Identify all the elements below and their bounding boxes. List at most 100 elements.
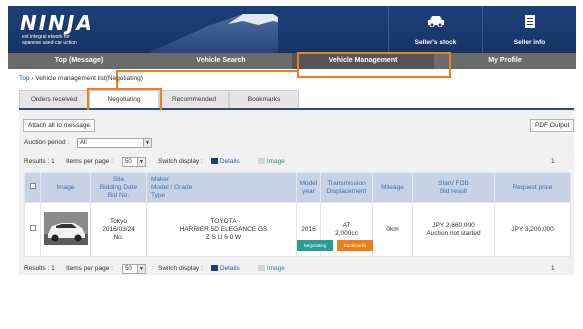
logo[interactable]: NINJA ext integral etwork for apanese us…: [8, 6, 278, 53]
row-site-cell: Tokyo 2016/03/24 No.: [90, 202, 147, 257]
results-count: Results : 1: [24, 158, 55, 165]
negotiating-button[interactable]: Negotiating: [297, 240, 333, 251]
row-select-cell[interactable]: [24, 202, 41, 257]
header-maker-line2: Model / Grade: [151, 183, 193, 191]
chevron-down-icon: ▼: [137, 158, 145, 166]
row-maker[interactable]: TOYOTA: [151, 218, 296, 226]
bookmarks-button[interactable]: Bookmarks: [337, 240, 373, 251]
highlight-box-nav: [297, 52, 451, 78]
row-model-grade[interactable]: HARRIER 5D ELEGANCE GS: [151, 226, 296, 234]
sellers-stock-label: Seller's stock: [414, 39, 457, 46]
header-start-fob: Start/ FOB Bid result: [412, 172, 495, 203]
row-image-cell[interactable]: [40, 202, 91, 257]
header-site: Site Bidding Date Bid No.: [90, 172, 147, 203]
logo-subtitle-line2: apanese used-car uction: [22, 40, 77, 46]
header-request-price: Request price: [494, 172, 571, 203]
image-view-toggle[interactable]: Image: [258, 158, 285, 165]
items-per-page-label: Items per page :: [66, 158, 113, 165]
tab-recommended[interactable]: Recommended: [159, 90, 229, 108]
row-bid-result: Auction not started: [426, 229, 481, 237]
items-per-page-select[interactable]: 50 ▼: [122, 157, 146, 167]
header-transmission-line2: Displacement: [326, 187, 367, 195]
switch-display-label: Switch display :: [158, 158, 203, 165]
highlight-connector-horizontal: [116, 70, 299, 72]
list-view-icon: [211, 158, 218, 165]
results-count-bottom: Results : 1: [24, 265, 55, 272]
header-model-year: Model year: [296, 172, 321, 203]
breadcrumb-current: Vehicle management list(Negotiating): [35, 75, 143, 82]
sellers-stock-button[interactable]: Seller's stock: [388, 6, 482, 53]
details-label: Details: [219, 158, 240, 165]
items-per-page-label-bottom: Items per page :: [66, 265, 113, 272]
auction-period-value: All: [80, 140, 87, 146]
list-view-icon: [211, 265, 218, 272]
details-view-toggle-bottom[interactable]: Details: [211, 265, 240, 272]
row-transmission: AT: [342, 221, 351, 229]
row-bidding-date: 2016/03/24: [102, 225, 135, 233]
header-select-all[interactable]: [24, 172, 41, 203]
pdf-output-button[interactable]: PDF Output: [530, 119, 575, 132]
row-bid-no: No.: [113, 233, 124, 241]
row-displacement: 2,000cc: [335, 229, 358, 237]
car-icon: [427, 16, 444, 27]
header-maker: Maker Model / Grade Type: [146, 172, 297, 203]
select-all-checkbox[interactable]: [29, 183, 36, 189]
mount-fuji-image: [148, 14, 278, 53]
header-model-year-line1: Model: [299, 179, 318, 187]
row-site: Tokyo: [110, 217, 127, 225]
header-maker-line3: Type: [151, 191, 166, 199]
nav-vehicle-search[interactable]: Vehicle Search: [150, 53, 292, 69]
breadcrumb-top-link[interactable]: Top: [19, 75, 29, 82]
details-label-bottom: Details: [219, 265, 240, 272]
chevron-down-icon: ▼: [143, 139, 151, 147]
header-site-line1: Site: [112, 175, 125, 183]
auction-period-label: Auction period :: [24, 139, 70, 146]
nav-my-profile[interactable]: My Profile: [434, 53, 576, 69]
site-header: NINJA ext integral etwork for apanese us…: [8, 6, 576, 53]
image-label: Image: [266, 158, 285, 165]
breadcrumb: Top › Vehicle management list(Negotiatin…: [19, 75, 143, 82]
document-icon: [524, 15, 535, 28]
logo-title: NINJA: [20, 11, 94, 35]
row-mileage: 0km: [372, 202, 413, 257]
header-mileage: Mileage: [372, 172, 413, 203]
car-thumbnail-image[interactable]: [43, 211, 88, 245]
header-start-line2: Bid result: [439, 187, 468, 195]
header-site-line2: Bidding Date: [99, 183, 138, 191]
header-image: Image: [40, 172, 91, 203]
header-transmission: Transmission Displacement: [320, 172, 373, 203]
row-start-price: JPY 2,660,000: [432, 221, 475, 229]
header-transmission-line1: Transmission: [327, 179, 366, 187]
header-start-line1: Start/ FOB: [438, 179, 469, 187]
row-request-price: JPY 3,200,000: [494, 202, 571, 257]
seller-info-label: Seller info: [513, 39, 546, 46]
image-label-bottom: Image: [266, 265, 285, 272]
seller-info-button[interactable]: Seller info: [482, 6, 576, 53]
main-nav: Top (Message) Vehicle Search Vehicle Man…: [8, 53, 576, 69]
attach-all-button[interactable]: Attach all to message: [23, 119, 96, 132]
tab-bookmarks[interactable]: Bookmarks: [229, 90, 299, 108]
header-maker-line1: Maker: [151, 175, 170, 183]
details-view-toggle[interactable]: Details: [211, 158, 240, 165]
switch-display-label-bottom: Switch display :: [158, 265, 203, 272]
header-model-year-line2: year: [302, 187, 315, 195]
image-view-toggle-bottom[interactable]: Image: [258, 265, 285, 272]
nav-top-message[interactable]: Top (Message): [8, 53, 150, 69]
items-per-page-value: 50: [125, 159, 132, 165]
logo-subtitle: ext integral etwork for apanese used-car…: [22, 34, 77, 46]
row-checkbox[interactable]: [29, 225, 36, 231]
row-start-cell: JPY 2,660,000 Auction not started: [412, 202, 495, 257]
items-per-page-select-bottom[interactable]: 50 ▼: [122, 264, 146, 274]
page-number[interactable]: 1: [551, 158, 555, 165]
grid-view-icon: [258, 158, 265, 165]
auction-period-select[interactable]: All ▼: [77, 138, 152, 148]
row-type[interactable]: Z S U 6 0 W: [151, 234, 296, 242]
tab-orders-received[interactable]: Orders received: [19, 90, 89, 108]
table-header-row: Image Site Bidding Date Bid No. Maker Mo…: [24, 172, 571, 203]
chevron-down-icon: ▼: [137, 265, 145, 273]
header-site-line3: Bid No.: [107, 191, 130, 199]
grid-view-icon: [258, 265, 265, 272]
page-number-bottom[interactable]: 1: [551, 265, 555, 272]
row-maker-cell[interactable]: TOYOTA HARRIER 5D ELEGANCE GS Z S U 6 0 …: [146, 202, 297, 257]
items-per-page-value-bottom: 50: [125, 266, 132, 272]
